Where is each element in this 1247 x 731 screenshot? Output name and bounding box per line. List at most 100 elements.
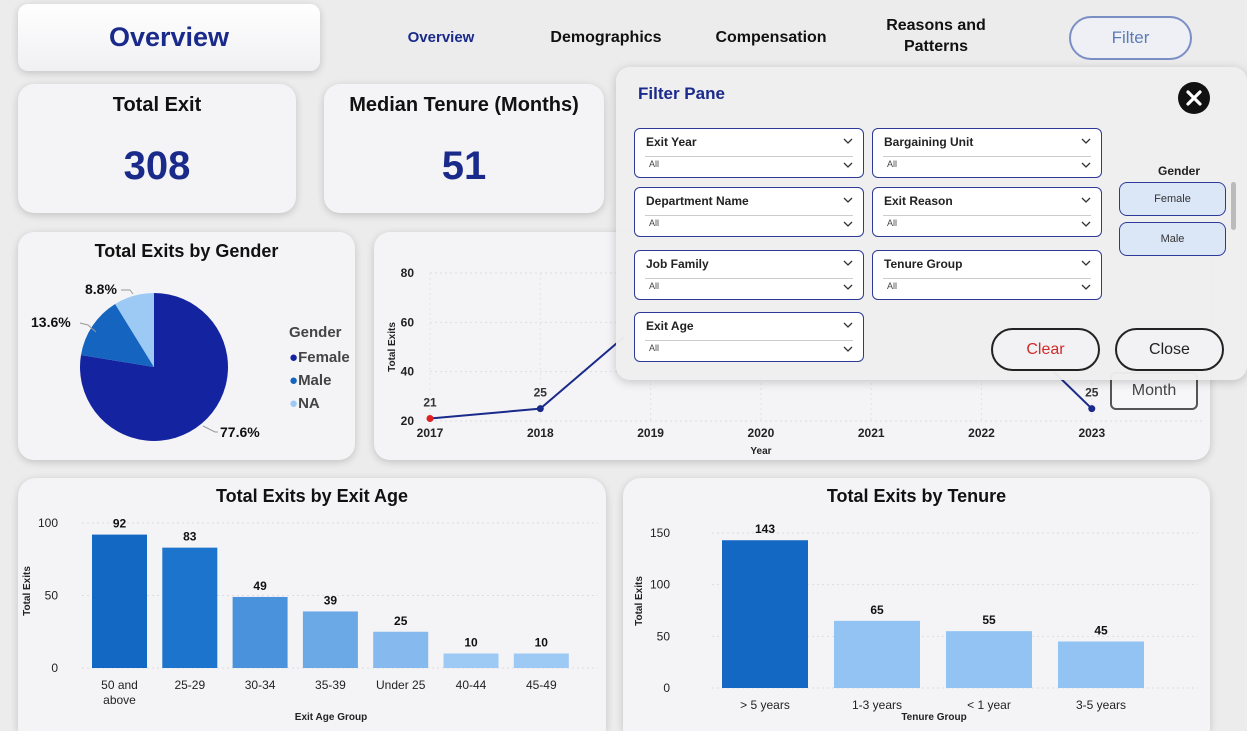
line-data-label: 25 bbox=[534, 386, 548, 400]
gender-option-female[interactable]: Female bbox=[1119, 182, 1226, 216]
bar-y-tick: 0 bbox=[51, 661, 58, 675]
line-y-tick: 80 bbox=[401, 266, 415, 280]
bar-data-label: 55 bbox=[982, 613, 996, 627]
gender-slicer-scrollbar[interactable] bbox=[1231, 182, 1236, 230]
line-x-tick: 2023 bbox=[1078, 426, 1105, 440]
chevron-down-icon[interactable] bbox=[843, 195, 853, 205]
close-icon-glyph bbox=[1186, 90, 1202, 106]
bar-2 bbox=[946, 631, 1032, 688]
bar-2 bbox=[232, 596, 288, 668]
bar-0 bbox=[92, 534, 147, 668]
line-x-tick: 2018 bbox=[527, 426, 554, 440]
bar-y-axis-label: Total Exits bbox=[634, 576, 645, 626]
chevron-down-icon[interactable] bbox=[843, 282, 853, 292]
chevron-down-icon[interactable] bbox=[1081, 136, 1091, 146]
bar-x-tick: 35-39 bbox=[315, 678, 346, 692]
bar-x-tick: 40-44 bbox=[456, 678, 487, 692]
legend-dot-female: ● bbox=[289, 349, 299, 366]
line-y-tick: 40 bbox=[401, 365, 415, 379]
bar-4 bbox=[373, 631, 429, 668]
kpi-median-tenure-label: Median Tenure (Months) bbox=[349, 94, 579, 116]
slicer-tenure-group-label: Tenure Group bbox=[884, 257, 963, 271]
gender-option-male[interactable]: Male bbox=[1119, 222, 1226, 256]
gender-legend: ●Female ●Male ●NA bbox=[289, 346, 350, 415]
legend-item-na[interactable]: ●NA bbox=[289, 392, 350, 415]
slicer-department-name[interactable]: Department Name All bbox=[634, 187, 864, 237]
filter-pane-title: Filter Pane bbox=[638, 84, 725, 103]
chevron-down-icon[interactable] bbox=[1081, 160, 1091, 170]
gender-slicer-label: Gender bbox=[1158, 164, 1201, 178]
bar-6 bbox=[513, 653, 569, 668]
slicer-job-family[interactable]: Job Family All bbox=[634, 250, 864, 300]
chevron-down-icon[interactable] bbox=[843, 136, 853, 146]
chevron-down-icon[interactable] bbox=[1081, 219, 1091, 229]
gender-chart-card: Total Exits by Gender 77.6% 13.6% 8.8% Gen… bbox=[18, 232, 355, 460]
kpi-total-exit-value: 308 bbox=[123, 144, 191, 188]
slicer-tenure-group[interactable]: Tenure Group All bbox=[872, 250, 1102, 300]
bar-3 bbox=[302, 611, 358, 668]
line-x-tick: 2022 bbox=[968, 426, 995, 440]
slicer-bargaining-unit-value: All bbox=[887, 159, 898, 169]
nav-compensation[interactable]: Compensation bbox=[710, 27, 832, 48]
clear-button[interactable]: Clear bbox=[991, 328, 1100, 371]
bar-x-tick: > 5 years bbox=[740, 698, 790, 712]
close-icon[interactable] bbox=[1178, 82, 1210, 114]
bar-x-tick: 30-34 bbox=[245, 678, 276, 692]
slicer-exit-reason[interactable]: Exit Reason All bbox=[872, 187, 1102, 237]
line-y-tick: 20 bbox=[401, 414, 415, 428]
bar-1 bbox=[834, 620, 920, 688]
filter-button[interactable]: Filter bbox=[1069, 16, 1192, 60]
bar-data-label: 49 bbox=[253, 579, 267, 593]
bar-x-axis-label: Tenure Group bbox=[901, 712, 966, 723]
page-title: Overview bbox=[108, 22, 230, 52]
slicer-exit-age[interactable]: Exit Age All bbox=[634, 312, 864, 362]
line-y-tick: 60 bbox=[401, 315, 415, 329]
slicer-exit-age-value: All bbox=[649, 343, 660, 353]
legend-item-male[interactable]: ●Male bbox=[289, 369, 350, 392]
close-button[interactable]: Close bbox=[1115, 328, 1224, 371]
bar-1 bbox=[162, 547, 218, 668]
chevron-down-icon[interactable] bbox=[843, 320, 853, 330]
line-data-label: 25 bbox=[1085, 386, 1099, 400]
chevron-down-icon[interactable] bbox=[843, 160, 853, 170]
nav-demographics[interactable]: Demographics bbox=[545, 27, 667, 48]
chevron-down-icon[interactable] bbox=[843, 344, 853, 354]
chevron-down-icon[interactable] bbox=[843, 219, 853, 229]
bar-x-tick: 25-29 bbox=[174, 678, 205, 692]
line-y-axis-label: Total Exits bbox=[387, 322, 398, 372]
line-point bbox=[536, 405, 544, 413]
filter-pane: Filter Pane Exit Year All Bargaining Uni… bbox=[616, 67, 1247, 380]
slicer-job-family-value: All bbox=[649, 281, 660, 291]
bar-y-tick: 150 bbox=[650, 526, 670, 540]
nav-reasons-and-patterns[interactable]: Reasons and Patterns bbox=[880, 15, 992, 57]
slicer-exit-year-value: All bbox=[649, 159, 660, 169]
line-point bbox=[1088, 405, 1096, 413]
bar-data-label: 10 bbox=[464, 636, 478, 650]
bar-data-label: 25 bbox=[394, 614, 408, 628]
nav-overview[interactable]: Overview bbox=[398, 27, 484, 48]
line-x-tick: 2020 bbox=[748, 426, 775, 440]
pie-label-na: 8.8% bbox=[85, 281, 117, 297]
chevron-down-icon[interactable] bbox=[1081, 282, 1091, 292]
bar-data-label: 65 bbox=[870, 603, 884, 617]
line-x-axis-label: Year bbox=[750, 446, 771, 457]
chevron-down-icon[interactable] bbox=[1081, 258, 1091, 268]
kpi-median-tenure-value: 51 bbox=[441, 144, 487, 188]
bar-y-tick: 50 bbox=[657, 629, 671, 643]
bar-x-tick: 3-5 years bbox=[1076, 698, 1126, 712]
chevron-down-icon[interactable] bbox=[843, 258, 853, 268]
bar-x-tick: 50 and bbox=[101, 678, 138, 692]
slicer-department-name-value: All bbox=[649, 218, 660, 228]
bar-x-tick: 1-3 years bbox=[852, 698, 902, 712]
slicer-bargaining-unit[interactable]: Bargaining Unit All bbox=[872, 128, 1102, 178]
chevron-down-icon[interactable] bbox=[1081, 195, 1091, 205]
legend-item-female[interactable]: ●Female bbox=[289, 346, 350, 369]
kpi-total-exit-label: Total Exit bbox=[112, 94, 202, 116]
bar-y-tick: 0 bbox=[663, 681, 670, 695]
slicer-exit-year[interactable]: Exit Year All bbox=[634, 128, 864, 178]
bar-y-tick: 50 bbox=[45, 589, 59, 603]
legend-label-na: NA bbox=[298, 395, 320, 412]
exit-age-chart-card: Total Exits by Exit Age 0 50 100 92 50 and ab… bbox=[18, 478, 606, 731]
bar-x-tick: Under 25 bbox=[376, 678, 426, 692]
legend-dot-male: ● bbox=[289, 372, 299, 389]
